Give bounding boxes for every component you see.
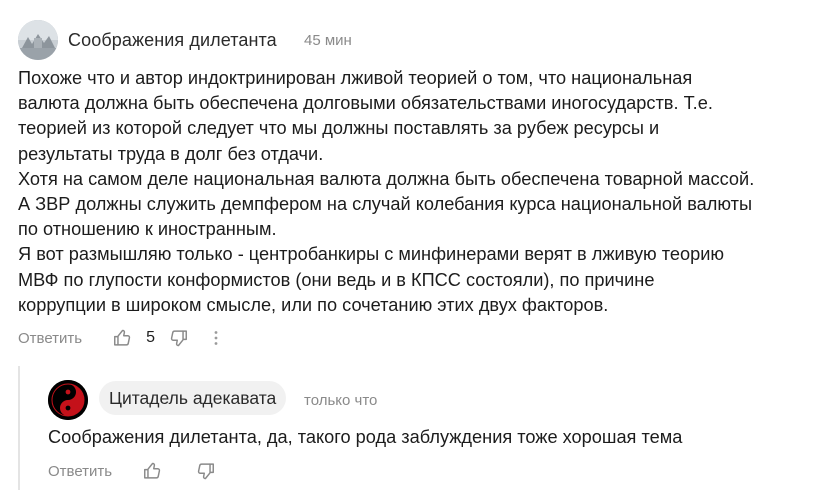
reply-button[interactable]: Ответить: [48, 463, 112, 480]
comment-line: по отношению к иностранным.: [18, 219, 277, 240]
thread-line: [18, 366, 20, 490]
comment-line: Я вот размышляю только - центробанкиры с…: [18, 244, 725, 265]
author-name[interactable]: Цитадель адекавата: [109, 388, 276, 409]
comment-line: МВФ по глупости конформистов (они ведь и…: [18, 269, 655, 290]
comment-text: Похоже что и автор индоктринирован лживо…: [18, 66, 823, 318]
comment-line: результаты труда в долг без отдачи.: [18, 143, 324, 164]
author-name-pill[interactable]: Цитадель адекавата: [99, 381, 287, 415]
more-options-icon[interactable]: [209, 329, 223, 347]
timestamp: 45 мин: [304, 32, 352, 49]
thumbs-down-icon[interactable]: [167, 327, 189, 349]
author-name[interactable]: Соображения дилетанта: [68, 30, 277, 51]
reply-button[interactable]: Ответить: [18, 330, 82, 347]
comment-line: Хотя на самом деле национальная валюта д…: [18, 168, 755, 189]
reply-actions: Ответить: [48, 460, 216, 482]
comment-actions: Ответить 5: [18, 327, 223, 349]
comment-line: А ЗВР должны служить демпфером на случай…: [18, 194, 753, 215]
avatar[interactable]: [48, 380, 88, 420]
reply-text: Соображения дилетанта, да, такого рода з…: [48, 427, 683, 447]
thumbs-up-icon[interactable]: [142, 460, 164, 482]
likes-count: 5: [146, 329, 156, 346]
comment-line: теорией из которой следует что мы должны…: [18, 118, 660, 139]
comment-line: коррупции в широком смысле, или по сочет…: [18, 294, 609, 315]
comment-line: валюта должна быть обеспечена долговыми …: [18, 93, 713, 114]
yin-yang-icon: [48, 380, 88, 420]
thumbs-down-icon[interactable]: [194, 460, 216, 482]
avatar[interactable]: [18, 20, 58, 60]
comment-line: Похоже что и автор индоктринирован лживо…: [18, 68, 693, 88]
timestamp: только что: [304, 392, 378, 409]
thumbs-up-icon[interactable]: [112, 327, 134, 349]
